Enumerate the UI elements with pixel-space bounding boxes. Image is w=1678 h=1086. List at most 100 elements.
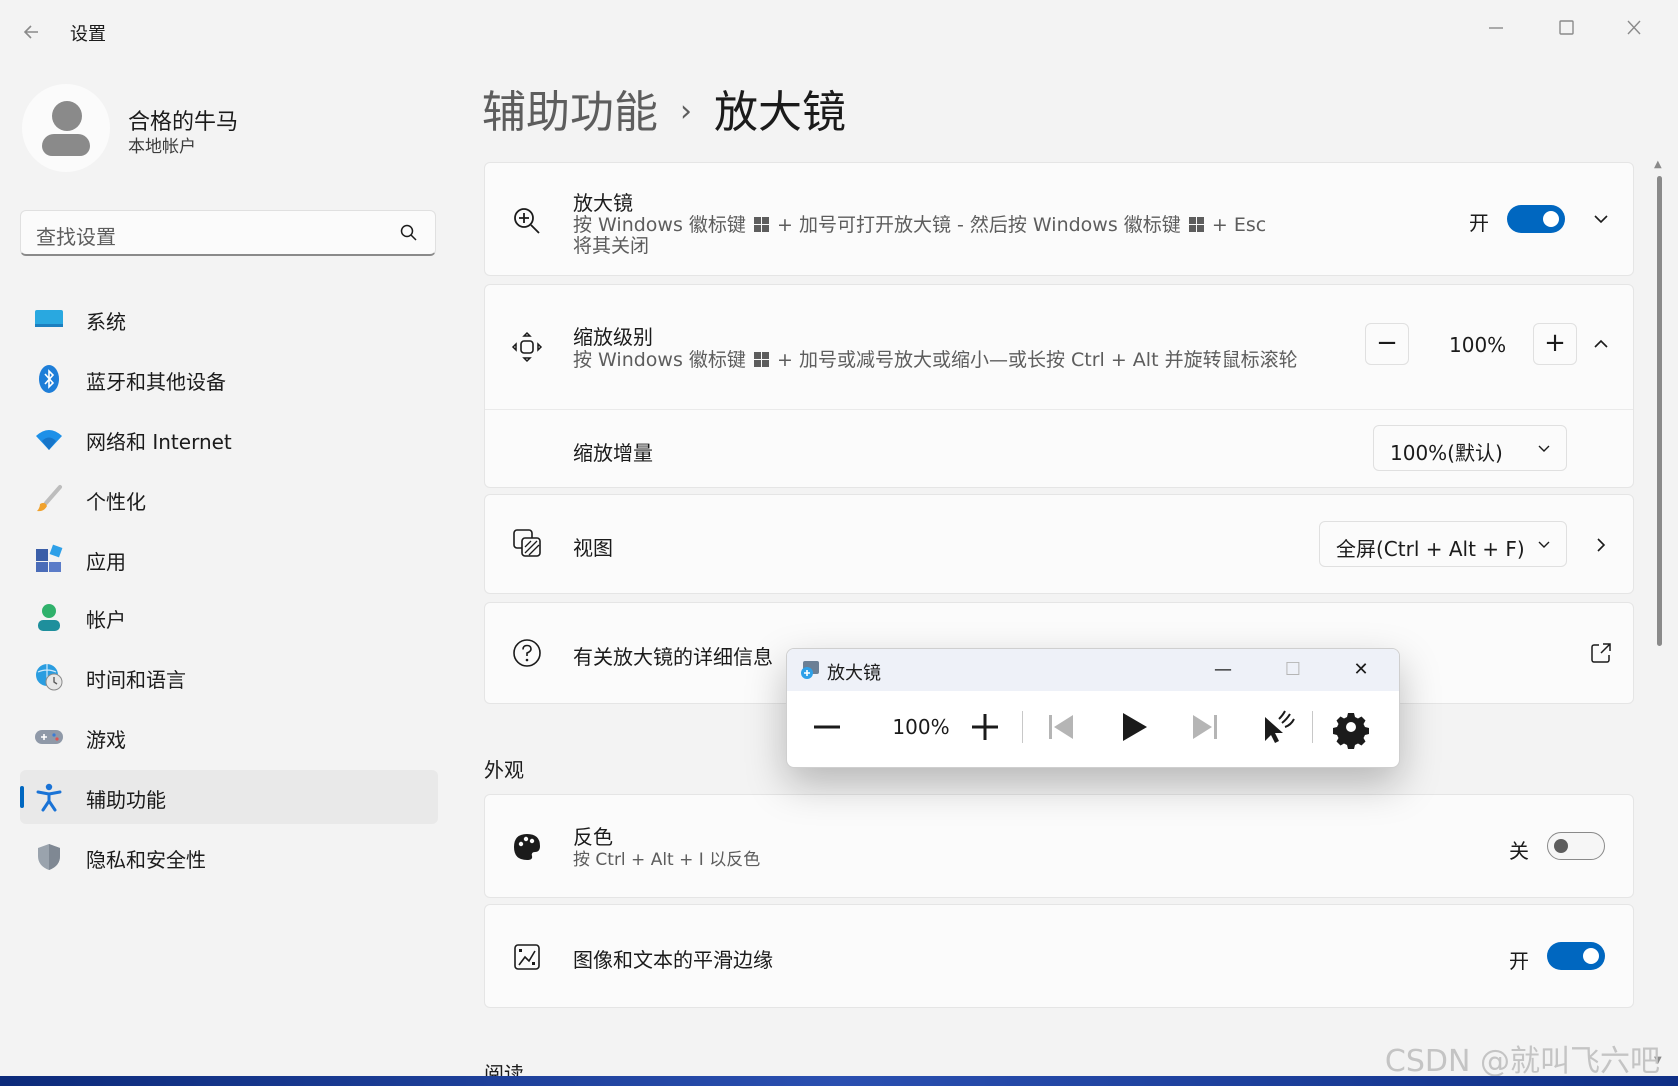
view-card[interactable]: 视图 全屏(Ctrl + Alt + F) xyxy=(484,494,1634,594)
section-heading-reading: 阅读 xyxy=(484,1062,524,1076)
sidebar-item-label: 隐私和安全性 xyxy=(86,848,206,872)
maximize-icon[interactable]: ☐ xyxy=(1273,655,1313,685)
close-icon[interactable] xyxy=(1610,8,1658,48)
smooth-edges-icon xyxy=(511,941,543,973)
view-select[interactable]: 全屏(Ctrl + Alt + F) xyxy=(1319,521,1567,567)
palette-icon xyxy=(511,831,543,863)
toolbar-divider xyxy=(1312,711,1313,743)
sidebar-item-label: 游戏 xyxy=(86,728,126,752)
desc-part: 按 Windows 徽标键 xyxy=(573,214,746,236)
sidebar-item-personalization[interactable]: 个性化 xyxy=(20,472,438,526)
maximize-icon[interactable] xyxy=(1542,8,1590,48)
section-heading-appearance: 外观 xyxy=(484,758,524,782)
sidebar-item-bluetooth[interactable]: 蓝牙和其他设备 xyxy=(20,352,438,406)
windows-key-icon xyxy=(1188,217,1204,232)
smooth-toggle-label: 开 xyxy=(1509,949,1529,973)
sidebar-item-gaming[interactable]: 游戏 xyxy=(20,710,438,764)
sidebar-item-network[interactable]: 网络和 Internet xyxy=(20,412,438,466)
bluetooth-icon xyxy=(34,364,64,394)
apps-icon xyxy=(34,544,64,574)
magnifier-toggle-label: 开 xyxy=(1469,211,1489,235)
magnifier-title: 放大镜 xyxy=(573,191,633,215)
system-icon xyxy=(34,304,64,334)
brush-icon xyxy=(34,484,64,514)
gear-icon[interactable] xyxy=(1331,705,1371,749)
minimize-icon[interactable] xyxy=(1472,8,1520,48)
magnifier-description-line2: 将其关闭 xyxy=(573,235,650,257)
minimize-icon[interactable]: — xyxy=(1203,655,1243,685)
zoom-level-value: 100% xyxy=(1449,333,1507,357)
toolbar-divider xyxy=(1022,711,1023,743)
view-value: 全屏(Ctrl + Alt + F) xyxy=(1336,537,1525,561)
sidebar-item-apps[interactable]: 应用 xyxy=(20,532,438,586)
zoom-in-icon[interactable] xyxy=(967,705,1003,749)
scrollbar[interactable]: ▲ ▼ xyxy=(1654,160,1664,1070)
back-arrow-icon[interactable] xyxy=(18,18,46,46)
search-icon[interactable] xyxy=(399,223,419,243)
zoom-level-title: 缩放级别 xyxy=(573,325,653,349)
sidebar-item-label: 系统 xyxy=(86,310,126,334)
magnifier-toolbar-titlebar[interactable]: 放大镜 — ☐ ✕ xyxy=(787,649,1399,691)
chevron-right-icon[interactable] xyxy=(1587,531,1615,559)
zoom-in-button[interactable]: + xyxy=(1533,323,1577,365)
chevron-down-icon[interactable] xyxy=(1587,205,1615,233)
zoom-increment-value: 100%(默认) xyxy=(1390,441,1503,465)
zoom-level-icon xyxy=(511,331,543,363)
magnifier-card[interactable]: 放大镜 按 Windows 徽标键 + 加号可打开放大镜 - 然后按 Windo… xyxy=(484,162,1634,276)
gamepad-icon xyxy=(34,722,64,752)
zoom-increment-title: 缩放增量 xyxy=(573,441,653,465)
account-icon xyxy=(34,602,64,632)
wifi-icon xyxy=(34,424,64,454)
smooth-edges-card[interactable]: 图像和文本的平滑边缘 开 xyxy=(484,904,1634,1008)
magnifier-toolbar-title: 放大镜 xyxy=(827,663,881,684)
scroll-up-icon[interactable]: ▲ xyxy=(1654,160,1664,170)
smooth-edges-toggle[interactable] xyxy=(1547,942,1605,970)
zoom-in-icon xyxy=(511,205,543,237)
windows-key-icon xyxy=(753,352,769,367)
chevron-down-icon xyxy=(1536,440,1552,456)
open-external-icon[interactable] xyxy=(1587,639,1615,667)
breadcrumb-parent[interactable]: 辅助功能 xyxy=(482,87,658,138)
divider xyxy=(485,409,1633,410)
zoom-level-card: 缩放级别 按 Windows 徽标键 + 加号或减号放大或缩小—或长按 Ctrl… xyxy=(484,284,1634,488)
scrollbar-thumb[interactable] xyxy=(1657,176,1662,646)
sidebar-item-privacy[interactable]: 隐私和安全性 xyxy=(20,830,438,884)
search-placeholder: 查找设置 xyxy=(36,225,116,249)
more-info-title[interactable]: 有关放大镜的详细信息 xyxy=(573,641,773,670)
smooth-edges-title: 图像和文本的平滑边缘 xyxy=(573,948,773,972)
zoom-level-description: 按 Windows 徽标键 + 加号或减号放大或缩小—或长按 Ctrl + Al… xyxy=(573,350,1298,371)
shield-icon xyxy=(34,842,64,872)
read-from-here-icon[interactable] xyxy=(1257,705,1297,749)
chevron-down-icon xyxy=(1536,536,1552,552)
play-icon[interactable] xyxy=(1115,705,1151,749)
zoom-out-button[interactable]: − xyxy=(1365,323,1409,365)
sidebar-item-time-language[interactable]: 时间和语言 xyxy=(20,650,438,704)
sidebar-item-label: 辅助功能 xyxy=(86,788,166,812)
chevron-up-icon[interactable] xyxy=(1587,330,1615,358)
desktop-wallpaper-strip xyxy=(0,1076,1678,1086)
watermark: CSDN @就叫飞六吧 xyxy=(1384,1044,1660,1076)
help-icon xyxy=(511,637,543,669)
zoom-increment-select[interactable]: 100%(默认) xyxy=(1373,425,1567,471)
close-icon[interactable]: ✕ xyxy=(1341,655,1381,685)
sidebar-item-accounts[interactable]: 帐户 xyxy=(20,590,438,644)
magnifier-description: 按 Windows 徽标键 + 加号可打开放大镜 - 然后按 Windows 徽… xyxy=(573,215,1266,236)
sidebar-item-label: 网络和 Internet xyxy=(86,430,232,454)
search-input[interactable]: 查找设置 xyxy=(20,210,436,256)
previous-paragraph-icon[interactable] xyxy=(1043,705,1079,749)
sidebar-item-system[interactable]: 系统 xyxy=(20,292,438,346)
sidebar-item-label: 应用 xyxy=(86,550,126,574)
invert-toggle[interactable] xyxy=(1547,832,1605,860)
magnifier-toolbar-window[interactable]: 放大镜 — ☐ ✕ 100% xyxy=(786,648,1400,768)
view-title: 视图 xyxy=(573,536,613,560)
invert-colors-card[interactable]: 反色 按 Ctrl + Alt + I 以反色 关 xyxy=(484,794,1634,898)
windows-key-icon xyxy=(753,217,769,232)
next-paragraph-icon[interactable] xyxy=(1187,705,1223,749)
magnifier-toggle[interactable] xyxy=(1507,205,1565,233)
zoom-out-icon[interactable] xyxy=(809,705,845,749)
avatar[interactable] xyxy=(22,84,110,172)
invert-title: 反色 xyxy=(573,825,613,849)
settings-window: 设置 合格的牛马 本地帐户 查找设置 系统 蓝牙和其他设备 网络和 Intern… xyxy=(0,0,1678,1076)
sidebar-item-accessibility[interactable]: 辅助功能 xyxy=(20,770,438,824)
sidebar-item-label: 帐户 xyxy=(86,608,126,632)
